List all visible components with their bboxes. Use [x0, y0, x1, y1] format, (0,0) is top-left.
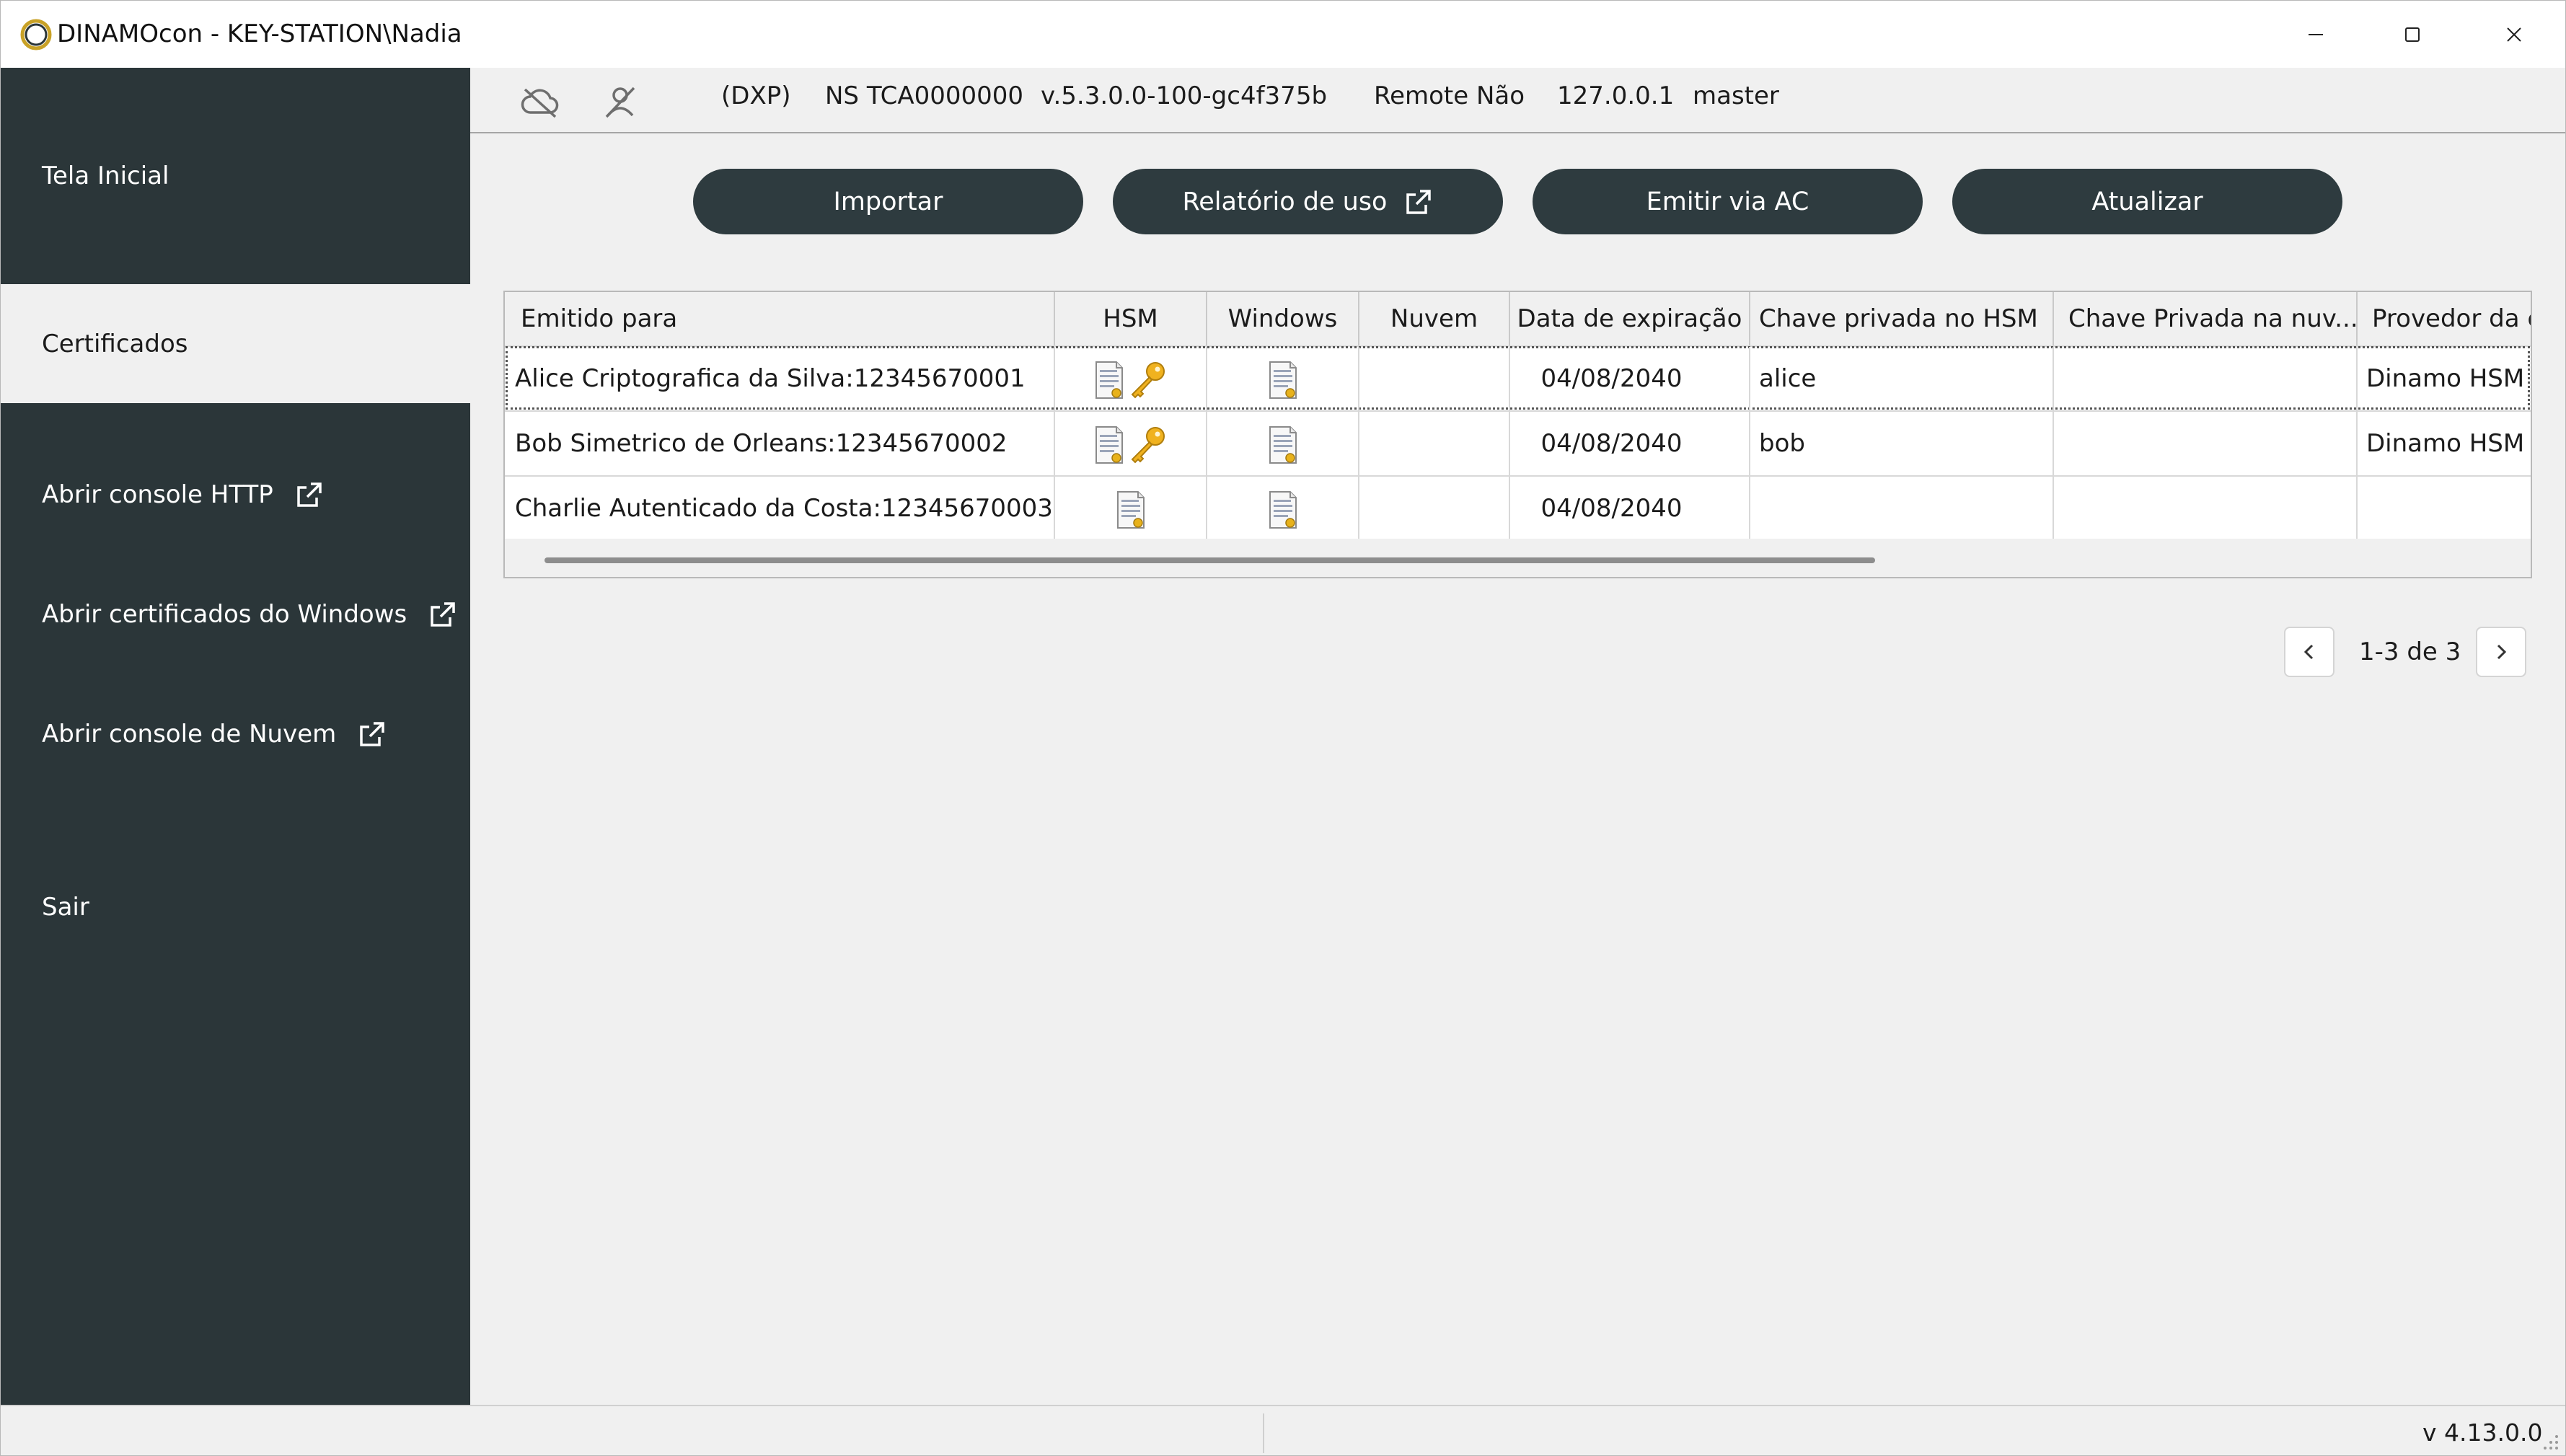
- hsm-user: master: [1693, 81, 1779, 110]
- cell-issued-to: Bob Simetrico de Orleans:12345670002: [505, 412, 1055, 475]
- cell-expiry: 04/08/2040: [1510, 347, 1750, 410]
- chevron-right-icon: [2497, 644, 2507, 660]
- import-button-label: Importar: [833, 187, 943, 216]
- table-row[interactable]: Charlie Autenticado da Costa:12345670003…: [505, 475, 2531, 540]
- sidebar-item-label: Abrir console HTTP: [42, 480, 273, 509]
- import-button[interactable]: Importar: [693, 169, 1083, 234]
- table-row[interactable]: Alice Criptografica da Silva:12345670001…: [505, 345, 2531, 410]
- minimize-icon: [2309, 33, 2323, 35]
- cell-windows: [1207, 347, 1359, 410]
- maximize-button[interactable]: [2364, 1, 2461, 68]
- column-header-provider[interactable]: Provedor da cl: [2358, 292, 2531, 345]
- external-link-icon: [1404, 187, 1433, 216]
- cell-hsm-private-key: [1750, 477, 2054, 540]
- external-link-icon: [295, 480, 324, 509]
- user-off-icon: [605, 87, 635, 118]
- column-header-hsm[interactable]: HSM: [1055, 292, 1207, 345]
- cell-issued-to: Charlie Autenticado da Costa:12345670003: [505, 477, 1055, 540]
- sidebar: Tela Inicial Certificados Abrir console …: [1, 68, 470, 1405]
- cell-expiry: 04/08/2040: [1510, 477, 1750, 540]
- dinamo-logo-icon: [20, 19, 52, 50]
- resize-grip-icon[interactable]: [2539, 1431, 2560, 1451]
- table-row[interactable]: Bob Simetrico de Orleans:12345670002 04/…: [505, 410, 2531, 475]
- sidebar-item-label: Certificados: [42, 329, 188, 358]
- cell-issued-to: Alice Criptografica da Silva:12345670001: [505, 347, 1055, 410]
- cell-expiry: 04/08/2040: [1510, 412, 1750, 475]
- status-divider: [1263, 1413, 1264, 1453]
- close-button[interactable]: [2466, 1, 2562, 68]
- certificate-icon: [1269, 490, 1297, 529]
- issue-via-ca-button-label: Emitir via AC: [1646, 187, 1809, 216]
- cell-hsm: [1055, 347, 1207, 410]
- column-header-expiry[interactable]: Data de expiração: [1510, 292, 1750, 345]
- hsm-ip: 127.0.0.1: [1557, 81, 1675, 110]
- status-bar: v 4.13.0.0: [1, 1405, 2565, 1455]
- cell-hsm-private-key: bob: [1750, 412, 2054, 475]
- cell-windows: [1207, 412, 1359, 475]
- remote-status: Remote Não: [1374, 81, 1525, 110]
- column-header-issued-to[interactable]: Emitido para: [505, 292, 1055, 345]
- cell-cloud-private-key: [2054, 412, 2358, 475]
- maximize-icon: [2405, 27, 2420, 42]
- column-header-windows[interactable]: Windows: [1207, 292, 1359, 345]
- external-link-icon: [428, 600, 457, 629]
- sidebar-item-logout[interactable]: Sair: [1, 878, 470, 936]
- sidebar-item-label: Abrir console de Nuvem: [42, 720, 337, 749]
- hsm-mode: (DXP): [721, 81, 791, 110]
- cell-cloud: [1359, 347, 1510, 410]
- sidebar-item-label: Sair: [42, 893, 89, 922]
- sidebar-item-label: Tela Inicial: [42, 162, 169, 190]
- certificate-icon: [1269, 425, 1297, 464]
- certificate-icon: [1269, 361, 1297, 400]
- cell-hsm: [1055, 412, 1207, 475]
- cell-provider: [2358, 477, 2531, 540]
- app-window: DINAMOcon - KEY-STATION\Nadia Tela Inici…: [0, 0, 2566, 1456]
- cell-provider: Dinamo HSM C: [2366, 429, 2532, 458]
- cell-windows: [1207, 477, 1359, 540]
- external-link-icon: [358, 720, 387, 749]
- sidebar-item-label: Abrir certificados do Windows: [42, 600, 407, 629]
- cell-cloud-private-key: [2054, 477, 2358, 540]
- cell-cloud: [1359, 412, 1510, 475]
- certificate-icon: [1116, 490, 1145, 529]
- next-page-button[interactable]: [2476, 627, 2526, 677]
- cell-cloud-private-key: [2054, 347, 2358, 410]
- sidebar-item-cloud-console[interactable]: Abrir console de Nuvem: [1, 705, 470, 763]
- usage-report-button[interactable]: Relatório de uso: [1113, 169, 1503, 234]
- sidebar-item-windows-certificates[interactable]: Abrir certificados do Windows: [1, 586, 470, 643]
- connection-info-bar: (DXP) NS TCA0000000 v.5.3.0.0-100-gc4f37…: [470, 68, 2565, 133]
- cell-hsm-private-key: alice: [1750, 347, 2054, 410]
- horizontal-scrollbar-thumb[interactable]: [544, 557, 1875, 563]
- column-header-cloud[interactable]: Nuvem: [1359, 292, 1510, 345]
- column-header-cloud-private-key[interactable]: Chave Privada na nuv...: [2054, 292, 2358, 345]
- certificates-table: Emitido para HSM Windows Nuvem Data de e…: [503, 291, 2532, 578]
- certificate-icon: [1095, 361, 1124, 400]
- issue-via-ca-button[interactable]: Emitir via AC: [1533, 169, 1923, 234]
- title-bar: DINAMOcon - KEY-STATION\Nadia: [1, 1, 2565, 68]
- usage-report-button-label: Relatório de uso: [1182, 187, 1388, 216]
- key-icon: [1127, 361, 1167, 400]
- pagination-label: 1-3 de 3: [2359, 637, 2461, 666]
- refresh-button-label: Atualizar: [2091, 187, 2203, 216]
- sidebar-item-certificates[interactable]: Certificados: [1, 284, 470, 403]
- sidebar-item-http-console[interactable]: Abrir console HTTP: [1, 466, 470, 524]
- firmware-version: v.5.3.0.0-100-gc4f375b: [1041, 81, 1328, 110]
- certificate-icon: [1095, 425, 1124, 464]
- chevron-left-icon: [2303, 644, 2314, 660]
- cloud-off-icon: [521, 88, 559, 118]
- sidebar-item-home[interactable]: Tela Inicial: [1, 68, 470, 284]
- minimize-button[interactable]: [2267, 1, 2364, 68]
- cell-provider: Dinamo HSM C: [2366, 364, 2532, 393]
- column-header-hsm-private-key[interactable]: Chave privada no HSM: [1750, 292, 2054, 345]
- cell-cloud: [1359, 477, 1510, 540]
- cell-hsm: [1055, 477, 1207, 540]
- window-title: DINAMOcon - KEY-STATION\Nadia: [57, 19, 462, 48]
- refresh-button[interactable]: Atualizar: [1952, 169, 2342, 234]
- hsm-serial: NS TCA0000000: [825, 81, 1024, 110]
- key-icon: [1127, 425, 1167, 464]
- app-version: v 4.13.0.0: [2422, 1419, 2543, 1447]
- previous-page-button[interactable]: [2284, 627, 2334, 677]
- close-icon: [2507, 27, 2521, 42]
